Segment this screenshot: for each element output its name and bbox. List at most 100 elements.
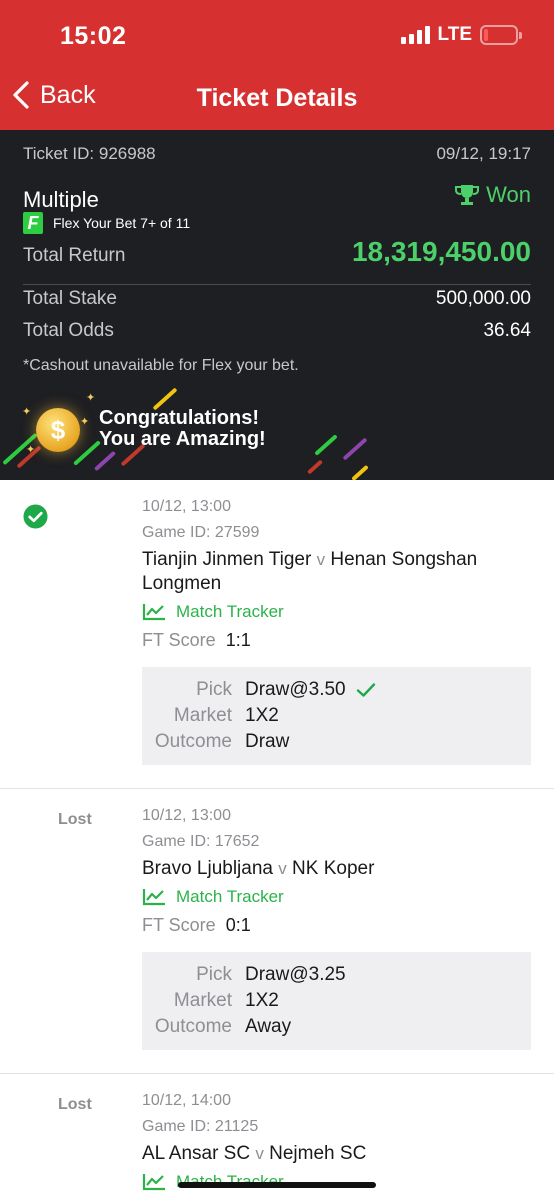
outcome-value: Draw: [245, 731, 290, 752]
check-circle-icon: [23, 504, 48, 529]
away-team: Nejmeh SC: [269, 1143, 367, 1164]
confetti-streak: [306, 459, 324, 475]
chart-icon: [142, 1174, 165, 1191]
market-row: Market 1X2: [142, 703, 531, 729]
vs-label: v: [278, 859, 287, 878]
ft-score-value: 0:1: [225, 915, 251, 935]
sparkle-icon: ✦: [80, 416, 90, 428]
match-tracker-link[interactable]: Match Tracker: [142, 602, 531, 622]
bet-type: Multiple: [23, 187, 99, 212]
app-header: 15:02 LTE Back Ticket Details: [0, 0, 554, 130]
outcome-row: Outcome Away: [142, 1014, 531, 1040]
market-label: Market: [173, 990, 232, 1011]
ticket-id-row: Ticket ID: 926988 09/12, 19:17: [23, 144, 531, 164]
sparkle-icon: ✦: [86, 392, 96, 404]
pick-row: Pick Draw@3.50: [142, 677, 531, 703]
outcome-row: Outcome Draw: [142, 729, 531, 755]
game-id: Game ID: 21125: [142, 1118, 259, 1135]
sparkle-icon: ✦: [26, 444, 36, 456]
pick-details: Pick Draw@3.25 Market 1X2 Outcome Away: [142, 952, 531, 1050]
match-datetime: 10/12, 14:00: [142, 1092, 231, 1109]
chart-icon: [142, 604, 165, 621]
pick-value: Draw@3.50: [245, 677, 376, 703]
pick-text: Draw@3.50: [245, 679, 346, 700]
ticket-datetime: 09/12, 19:17: [436, 144, 531, 163]
total-stake-label: Total Stake: [23, 288, 117, 309]
trophy-icon: [455, 185, 480, 205]
status-indicators: LTE: [400, 24, 522, 46]
ft-score-row: FT Score 0:1: [142, 915, 531, 936]
ticket-id: Ticket ID: 926988: [23, 144, 156, 163]
total-stake-value: 500,000.00: [435, 288, 531, 309]
total-return-value: 18,319,450.00: [351, 236, 531, 267]
ticket-summary: Ticket ID: 926988 09/12, 19:17 Multiple …: [0, 130, 554, 480]
selection-card: Lost 10/12, 13:00 Game ID: 17652 Bravo L…: [0, 789, 554, 1074]
market-label: Market: [173, 705, 232, 726]
battery-icon: [480, 25, 522, 45]
selection-body: 10/12, 14:00 Game ID: 21125 AL Ansar SC …: [142, 1088, 531, 1192]
ft-score-value: 1:1: [225, 630, 251, 650]
status-time: 15:02: [60, 22, 127, 50]
pick-label: Pick: [196, 964, 232, 985]
congrats-banner: ✦ ✦ ✦ ✦ $ Congratulations! You are Amazi…: [0, 385, 554, 480]
sparkle-icon: ✦: [22, 406, 32, 418]
selection-body: 10/12, 13:00 Game ID: 17652 Bravo Ljublj…: [142, 803, 531, 1050]
match-datetime: 10/12, 13:00: [142, 498, 231, 515]
ft-score-label: FT Score: [142, 630, 216, 650]
chart-icon: [142, 889, 165, 906]
confetti-streak: [351, 464, 369, 480]
total-stake-row: Total Stake 500,000.00: [23, 288, 531, 310]
match-tracker-link[interactable]: Match Tracker: [142, 887, 531, 907]
game-id: Game ID: 17652: [142, 833, 260, 850]
total-odds-value: 36.64: [483, 320, 531, 341]
pick-details: Pick Draw@3.50 Market 1X2 Outcome Draw: [142, 667, 531, 765]
selection-body: 10/12, 13:00 Game ID: 27599 Tianjin Jinm…: [142, 494, 531, 765]
selection-card: 10/12, 13:00 Game ID: 27599 Tianjin Jinm…: [0, 480, 554, 789]
flex-label: Flex Your Bet 7+ of 11: [53, 215, 191, 231]
congrats-line2: You are Amazing!: [99, 428, 266, 450]
signal-icon: [400, 26, 430, 44]
pick-row: Pick Draw@3.25: [142, 962, 531, 988]
total-odds-label: Total Odds: [23, 320, 114, 341]
outcome-value: Away: [245, 1016, 292, 1037]
total-return-label: Total Return: [23, 245, 126, 266]
home-team: Bravo Ljubljana: [142, 858, 273, 879]
market-value: 1X2: [245, 705, 279, 726]
confetti-streak: [94, 450, 116, 472]
pick-label: Pick: [196, 679, 232, 700]
match-tracker-label: Match Tracker: [176, 887, 284, 906]
result-label: Won: [486, 182, 531, 207]
flex-logo-icon: F: [23, 212, 43, 234]
flex-row: F Flex Your Bet 7+ of 11: [23, 212, 531, 234]
congrats-line1: Congratulations!: [99, 407, 259, 429]
match-tracker-label: Match Tracker: [176, 602, 284, 621]
away-team: NK Koper: [292, 858, 375, 879]
pick-value: Draw@3.25: [245, 964, 346, 985]
ft-score-label: FT Score: [142, 915, 216, 935]
checkmark-icon: [356, 683, 375, 697]
page-title: Ticket Details: [196, 84, 358, 112]
market-value: 1X2: [245, 990, 279, 1011]
vs-label: v: [255, 1144, 264, 1163]
total-return-row: Total Return 18,319,450.00: [23, 236, 531, 268]
match-teams: Tianjin Jinmen Tiger v Henan Songshan Lo…: [142, 548, 531, 596]
coin-icon: $: [36, 408, 80, 452]
lost-status: Lost: [58, 811, 92, 828]
market-row: Market 1X2: [142, 988, 531, 1014]
ft-score-row: FT Score 1:1: [142, 630, 531, 651]
home-indicator[interactable]: [178, 1182, 376, 1188]
congrats-text: Congratulations! You are Amazing!: [99, 408, 266, 450]
outcome-label: Outcome: [154, 731, 232, 752]
outcome-label: Outcome: [154, 1016, 232, 1037]
match-teams: AL Ansar SC v Nejmeh SC: [142, 1142, 531, 1166]
bet-type-row: Multiple Won: [23, 182, 531, 213]
confetti-streak: [342, 437, 368, 461]
cashout-note: *Cashout unavailable for Flex your bet.: [23, 357, 299, 374]
vs-label: v: [316, 550, 326, 569]
confetti-streak: [73, 440, 101, 466]
confetti-streak: [314, 434, 338, 456]
match-datetime: 10/12, 13:00: [142, 807, 231, 824]
game-id: Game ID: 27599: [142, 524, 260, 541]
result-badge: Won: [454, 182, 531, 208]
lost-status: Lost: [58, 1096, 92, 1113]
